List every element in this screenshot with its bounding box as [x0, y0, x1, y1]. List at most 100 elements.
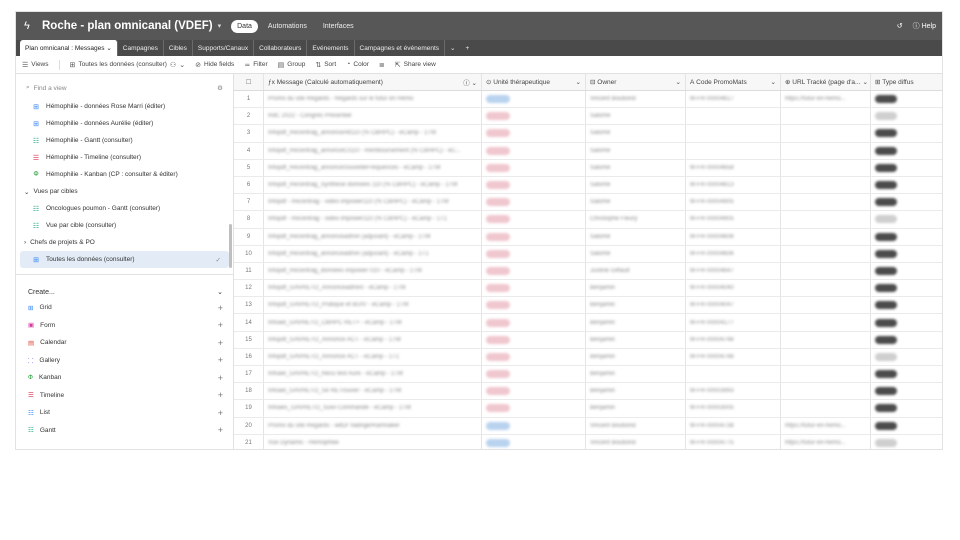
group-button[interactable]: ▤ Group — [278, 61, 306, 69]
cell-code[interactable]: M-FR-00004613 — [686, 176, 781, 194]
cell-url[interactable] — [781, 383, 871, 400]
cell-code[interactable]: M-FR-00004748 — [686, 348, 781, 365]
cell-type[interactable] — [871, 400, 931, 416]
cell-url[interactable]: https://futur-en-hemo... — [781, 417, 871, 434]
cell-unite[interactable] — [482, 245, 586, 262]
cell-code[interactable] — [686, 125, 781, 142]
tab-campagnes-evenements[interactable]: Campagnes et événements — [355, 40, 446, 56]
create-timeline-button[interactable]: ☰ Timeline + — [16, 387, 233, 405]
cell-unite[interactable] — [482, 125, 586, 142]
table-row[interactable]: 2 RdC 2022 - Congrès Présentiel Salomé — [234, 108, 942, 126]
sidebar-view-item[interactable]: ☰ Hémophilie - Timeline (consulter) — [20, 149, 229, 166]
cell-owner[interactable]: Benjamin — [586, 314, 686, 331]
table-row[interactable]: 15 Infopdf_GAVRETO_Annonce ACT - eCamp - … — [234, 331, 942, 349]
cell-message[interactable]: Infopdf_Recentrag_annonceSouvelleFrequen… — [264, 159, 482, 176]
cell-type[interactable] — [871, 229, 931, 245]
select-all-checkbox[interactable]: ☐ — [234, 74, 264, 90]
cell-message[interactable]: Infopdf - Recentrag - vidéo impower110 (… — [264, 194, 482, 211]
sidebar-view-item[interactable]: ⊞ Hémophilie - données Rose Marri (éditer… — [20, 98, 229, 115]
cell-code[interactable]: M-FR-00004617 — [686, 91, 781, 108]
cell-owner[interactable]: Salomé — [586, 228, 686, 245]
cell-code[interactable]: M-FR-00004905 — [686, 211, 781, 228]
tab-messages[interactable]: Plan omnicanal : Messages ⌄ — [20, 40, 118, 56]
tab-evenements[interactable]: Evénements — [307, 40, 355, 56]
nav-interfaces[interactable]: Interfaces — [317, 20, 360, 33]
cell-message[interactable]: Infopdf_GAVRETO_AnnonceadminI - eCamp - … — [264, 280, 482, 297]
column-header-message[interactable]: ƒx Message (Calculé automatiquement) ⓘ ⌄ — [264, 74, 482, 90]
cell-code[interactable]: M-FR-00004177 — [686, 314, 781, 331]
create-gallery-button[interactable]: ⸬ Gallery + — [16, 352, 233, 370]
cell-owner[interactable]: Benjamin — [586, 280, 686, 297]
cell-message[interactable]: Infopdf_Recentrag_Synthese donnees 110 (… — [264, 176, 482, 194]
cell-type[interactable] — [871, 143, 931, 159]
cell-unite[interactable] — [482, 348, 586, 365]
sidebar-view-item[interactable]: ☷ Oncologues poumon - Gantt (consulter) — [20, 200, 229, 217]
cell-unite[interactable] — [482, 314, 586, 331]
table-row[interactable]: 17 Infoael_GAVRETO_Recu test Aure - eCamp… — [234, 366, 942, 384]
cell-url[interactable] — [781, 194, 871, 211]
table-row[interactable]: 8 Infopdf - Recentrag - vidéo impower110 … — [234, 211, 942, 229]
cell-url[interactable] — [781, 245, 871, 262]
cell-code[interactable]: M-FR-00004647 — [686, 262, 781, 280]
cell-url[interactable] — [781, 400, 871, 417]
sidebar-view-item[interactable]: ⊞ Hémophilie - données Aurélie (éditer) — [20, 115, 229, 132]
cell-unite[interactable] — [482, 262, 586, 280]
cell-code[interactable] — [686, 142, 781, 159]
cell-url[interactable] — [781, 228, 871, 245]
cell-owner[interactable]: Vincent Boubond — [586, 417, 686, 434]
cell-url[interactable] — [781, 314, 871, 331]
cell-owner[interactable]: Vincent Boubond — [586, 434, 686, 449]
cell-type[interactable] — [871, 177, 931, 193]
sidebar-view-item[interactable]: Ф Hémophilie - Kanban (CP : consulter & é… — [20, 166, 229, 183]
nav-automations[interactable]: Automations — [262, 20, 313, 33]
filter-button[interactable]: ≂ Filter — [244, 61, 267, 69]
group-chefs-de-projets[interactable]: › Chefs de projets & PO — [20, 234, 229, 251]
cell-url[interactable] — [781, 176, 871, 194]
cell-code[interactable] — [686, 108, 781, 125]
cell-unite[interactable] — [482, 159, 586, 176]
cell-code[interactable]: M-FR-00003993 — [686, 383, 781, 400]
cell-message[interactable]: Infopdf_GAVRETO_Annonce ACT - eCamp - 1T… — [264, 331, 482, 348]
cell-unite[interactable] — [482, 91, 586, 108]
table-row[interactable]: 9 Infopdf_Recentrag_annonceadmin (adjuvan… — [234, 228, 942, 246]
cell-unite[interactable] — [482, 417, 586, 434]
table-row[interactable]: 20 Promo du site Regards - witDr Vadrige/… — [234, 417, 942, 435]
gear-icon[interactable]: ⚙ — [217, 84, 223, 92]
cell-type[interactable] — [871, 383, 931, 399]
cell-owner[interactable]: Benjamin — [586, 383, 686, 400]
column-header-unite[interactable]: ⊙ Unité thérapeutique ⌄ — [482, 74, 586, 90]
cell-type[interactable] — [871, 91, 931, 107]
cell-type[interactable] — [871, 125, 931, 141]
table-row[interactable]: 5 Infopdf_Recentrag_annonceSouvelleFreque… — [234, 159, 942, 177]
history-icon[interactable]: ↺ — [897, 22, 903, 30]
cell-unite[interactable] — [482, 142, 586, 159]
row-height-button[interactable]: ≣ — [379, 61, 385, 69]
table-row[interactable]: 10 Infopdf_Recentrag_annonceadmin (adjuva… — [234, 245, 942, 263]
cell-code[interactable]: M-FR-00004748 — [686, 331, 781, 348]
cell-unite[interactable] — [482, 228, 586, 245]
cell-url[interactable] — [781, 142, 871, 159]
cell-owner[interactable]: Benjamin — [586, 400, 686, 417]
cell-owner[interactable]: Christophe Fleury — [586, 211, 686, 228]
find-view-search[interactable]: ⌕ Find a view ⚙ — [16, 78, 233, 98]
tab-cibles[interactable]: Cibles — [164, 40, 193, 56]
cell-code[interactable]: M-FR-00004040 — [686, 280, 781, 297]
cell-message[interactable]: Promo du site Regards - Regards sur le f… — [264, 91, 482, 108]
cell-type[interactable] — [871, 211, 931, 227]
cell-code[interactable]: M-FR-00004775 — [686, 434, 781, 449]
table-row[interactable]: 11 Infopdf_Recentrag_données impower 010 … — [234, 262, 942, 281]
cell-url[interactable] — [781, 125, 871, 142]
cell-message[interactable]: Infoael_GAVRETO_Recu test Aure - eCamp -… — [264, 366, 482, 383]
column-header-type[interactable]: ⊞ Type diffus — [871, 74, 931, 90]
cell-message[interactable]: Infoael_GAVRETO_CBHPC RET+ - eCamp - 1TM — [264, 314, 482, 331]
cell-message[interactable]: Infoael_GAVRETO_Se RETrouver - eCamp - 1… — [264, 383, 482, 400]
cell-unite[interactable] — [482, 108, 586, 125]
cell-code[interactable]: M-FR-00004738 — [686, 417, 781, 434]
cell-type[interactable] — [871, 108, 931, 124]
cell-unite[interactable] — [482, 194, 586, 211]
cell-url[interactable] — [781, 108, 871, 125]
table-row[interactable]: 7 Infopdf - Recentrag - vidéo impower110 … — [234, 194, 942, 212]
chevron-down-icon[interactable]: ⌄ — [106, 44, 111, 52]
cell-code[interactable]: M-FR-00004606 — [686, 228, 781, 245]
cell-unite[interactable] — [482, 434, 586, 449]
